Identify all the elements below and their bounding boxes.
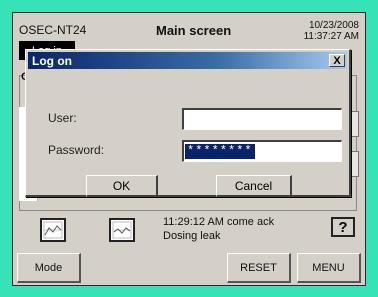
trend-icon[interactable] <box>109 218 135 242</box>
date-text: 10/23/2008 <box>308 20 359 31</box>
alarm-line-1: 11:29:12 AM come ack <box>163 216 275 228</box>
password-label: Password: <box>48 143 105 157</box>
close-icon[interactable]: X <box>329 54 345 67</box>
graph-icon-glyph <box>43 221 63 239</box>
mode-button[interactable]: Mode <box>17 253 81 283</box>
password-value: ******** <box>185 144 255 159</box>
user-field[interactable] <box>182 108 342 130</box>
graph-icon[interactable] <box>40 218 66 242</box>
datetime: 10/23/2008 11:37:27 AM <box>304 20 359 42</box>
cancel-button[interactable]: Cancel <box>216 175 292 197</box>
logon-dialog: Log on X User: Password: ******** OK Can… <box>25 49 351 197</box>
user-label: User: <box>48 111 77 125</box>
time-text: 11:37:27 AM <box>303 31 359 42</box>
alarm-message: 11:29:12 AM come ack Dosing leak <box>163 215 274 243</box>
reset-button[interactable]: RESET <box>227 253 291 283</box>
dialog-title: Log on <box>32 53 72 68</box>
menu-button[interactable]: MENU <box>297 253 361 283</box>
dialog-title-bar: Log on <box>28 52 347 69</box>
device-id: OSEC-NT24 <box>19 23 87 37</box>
page-title: Main screen <box>156 23 232 38</box>
ok-button[interactable]: OK <box>86 175 158 197</box>
password-field[interactable]: ******** <box>182 140 342 162</box>
trend-icon-glyph <box>112 221 132 239</box>
help-icon[interactable]: ? <box>331 217 355 237</box>
alarm-line-2: Dosing leak <box>163 230 221 242</box>
